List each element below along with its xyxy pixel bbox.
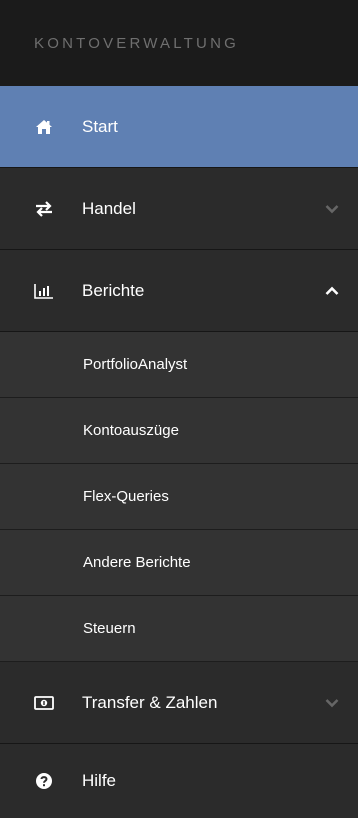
- sub-item-label: Andere Berichte: [83, 554, 191, 571]
- sub-item-label: PortfolioAnalyst: [83, 356, 188, 373]
- bar-chart-icon: [34, 281, 54, 301]
- nav-item-label: Hilfe: [82, 771, 117, 790]
- sub-item-flex-queries[interactable]: Flex-Queries: [0, 464, 358, 530]
- sub-item-kontoauszuege[interactable]: Kontoauszüge: [0, 398, 358, 464]
- nav-item-label: Transfer & Zahlen: [82, 692, 218, 712]
- money-icon: [34, 693, 54, 713]
- sub-item-label: Steuern: [83, 620, 136, 637]
- nav-item-berichte[interactable]: Berichte: [0, 250, 358, 332]
- chevron-up-icon[interactable]: [324, 283, 340, 299]
- transfer-arrows-icon: [34, 199, 54, 219]
- nav-item-hilfe[interactable]: Hilfe: [0, 744, 358, 818]
- nav-item-start[interactable]: Start: [0, 86, 358, 168]
- nav-item-label: Handel: [82, 198, 136, 218]
- home-icon: [34, 117, 54, 137]
- sub-item-label: Kontoauszüge: [83, 422, 179, 439]
- sub-item-andere-berichte[interactable]: Andere Berichte: [0, 530, 358, 596]
- chevron-down-icon[interactable]: [324, 695, 340, 711]
- nav-item-label: Start: [82, 116, 118, 136]
- chevron-down-icon[interactable]: [324, 201, 340, 217]
- nav-item-label: Berichte: [82, 280, 145, 300]
- sub-item-label: Flex-Queries: [83, 488, 169, 505]
- sidebar-header: KONTOVERWALTUNG: [0, 0, 358, 86]
- sidebar: KONTOVERWALTUNG Start Handel Berichte Po…: [0, 0, 358, 818]
- sidebar-title: KONTOVERWALTUNG: [34, 34, 239, 52]
- sub-item-steuern[interactable]: Steuern: [0, 596, 358, 662]
- question-icon: [34, 771, 54, 791]
- nav-item-transfer[interactable]: Transfer & Zahlen: [0, 662, 358, 744]
- nav-item-handel[interactable]: Handel: [0, 168, 358, 250]
- sub-item-portfolioanalyst[interactable]: PortfolioAnalyst: [0, 332, 358, 398]
